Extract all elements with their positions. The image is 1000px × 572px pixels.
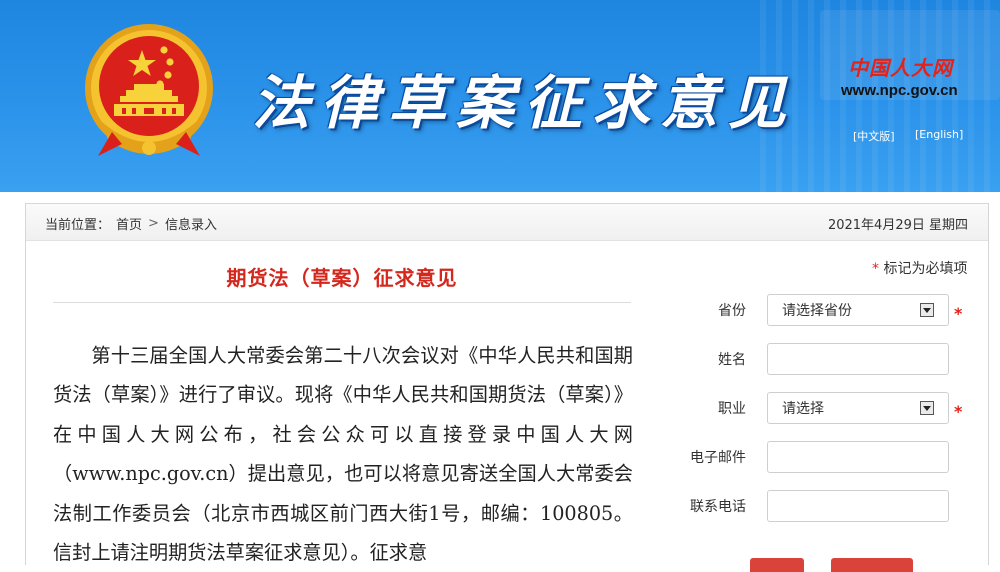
phone-label: 联系电话 [690,499,746,515]
province-required-mark: * [954,304,963,323]
breadcrumb-label: 当前位置： [45,218,111,233]
name-input[interactable] [767,343,949,375]
chevron-down-icon[interactable] [920,401,934,415]
chevron-down-icon[interactable] [920,303,934,317]
breadcrumb-home-link[interactable]: 首页 [116,214,142,233]
header-banner: 法律草案征求意见 中国人大网 www.npc.gov.cn [中文版] [Eng… [0,0,1000,192]
required-star: * [872,261,879,277]
occupation-select-value: 请选择 [782,401,824,417]
phone-input[interactable] [767,490,949,522]
submit-button[interactable] [750,558,804,572]
lang-chinese-link[interactable]: [中文版] [853,128,895,144]
province-label: 省份 [718,303,746,319]
name-label: 姓名 [718,352,746,368]
breadcrumb: 当前位置： 首页 > 信息录入 [45,214,217,233]
breadcrumb-bar: 当前位置： 首页 > 信息录入 2021年4月29日 星期四 [26,204,988,241]
required-note-text: 标记为必填项 [883,261,968,277]
lang-english-link[interactable]: [English] [915,128,963,141]
province-select[interactable]: 请选择省份 [767,294,949,326]
breadcrumb-separator: > [148,216,159,231]
breadcrumb-current: 信息录入 [164,218,217,233]
current-date: 2021年4月29日 星期四 [827,218,968,233]
reset-button[interactable] [831,558,913,572]
occupation-label: 职业 [718,401,746,417]
email-input[interactable] [767,441,949,473]
npc-logo-text[interactable]: 中国人大网 [848,52,953,81]
content-panel: 当前位置： 首页 > 信息录入 2021年4月29日 星期四 期货法（草案）征求… [25,203,989,572]
occupation-required-mark: * [954,402,963,421]
title-divider [53,302,631,303]
article-body: 第十三届全国人大常委会第二十八次会议对《中华人民共和国期货法（草案）》进行了审议… [53,344,633,565]
province-select-value: 请选择省份 [782,303,852,319]
site-title: 法律草案征求意见 [252,69,797,137]
occupation-select[interactable]: 请选择 [767,392,949,424]
npc-logo-url[interactable]: www.npc.gov.cn [841,82,958,99]
required-note: * 标记为必填项 [872,258,967,278]
article-title: 期货法（草案）征求意见 [226,266,458,290]
email-label: 电子邮件 [690,450,746,466]
national-emblem-icon [85,24,213,156]
